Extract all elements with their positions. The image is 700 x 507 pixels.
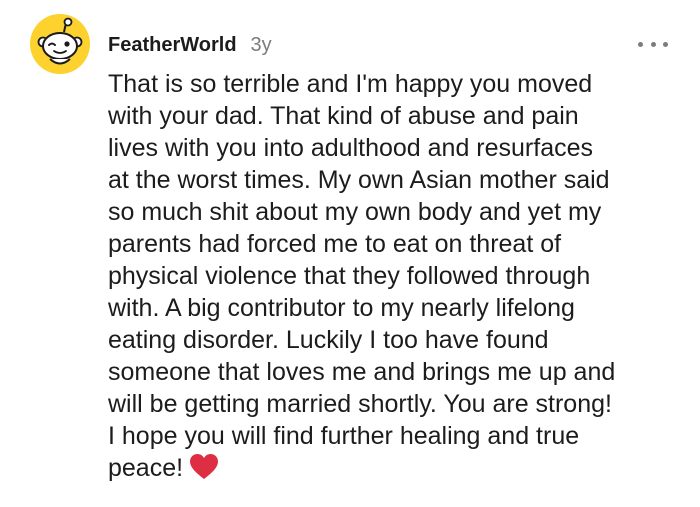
heart-emoji-icon (189, 453, 219, 488)
comment-body-line: That is so terrible and I'm happy you mo… (108, 70, 593, 98)
more-horizontal-icon (650, 41, 656, 47)
comment-header: FeatherWorld 3y (108, 33, 272, 57)
comment-body-line: lives with you into adulthood and resurf… (108, 134, 594, 162)
comment-body: That is so terrible and I'm happy you mo… (108, 68, 688, 488)
comment: FeatherWorld 3y That is so terrible and … (0, 0, 700, 507)
avatar[interactable] (28, 12, 92, 76)
comment-body-line: with your dad. That kind of abuse and pa… (108, 102, 579, 130)
comment-body-line: at the worst times. My own Asian mother … (108, 166, 610, 194)
more-horizontal-icon (638, 41, 643, 47)
comment-body-line: I hope you will find further healing and… (108, 422, 580, 450)
comment-body-line: physical violence that they followed thr… (108, 262, 591, 290)
comment-body-text: peace! (108, 454, 184, 482)
snoo-avatar-icon (30, 14, 90, 74)
comment-body-line: will be getting married shortly. You are… (108, 390, 612, 418)
comment-age: 3y (250, 33, 272, 56)
comment-body-line: parents had forced me to eat on threat o… (108, 230, 562, 258)
username[interactable]: FeatherWorld (108, 34, 237, 57)
more-options-button[interactable] (638, 34, 668, 54)
comment-body-line: so much shit about my own body and yet m… (108, 198, 602, 226)
comment-body-line-last: peace! (108, 452, 688, 488)
comment-body-line: with. A big contributor to my nearly lif… (108, 294, 575, 322)
comment-body-line: someone that loves me and brings me up a… (108, 358, 616, 386)
comment-body-line: eating disorder. Luckily I too have foun… (108, 326, 549, 354)
more-horizontal-icon (663, 41, 668, 47)
